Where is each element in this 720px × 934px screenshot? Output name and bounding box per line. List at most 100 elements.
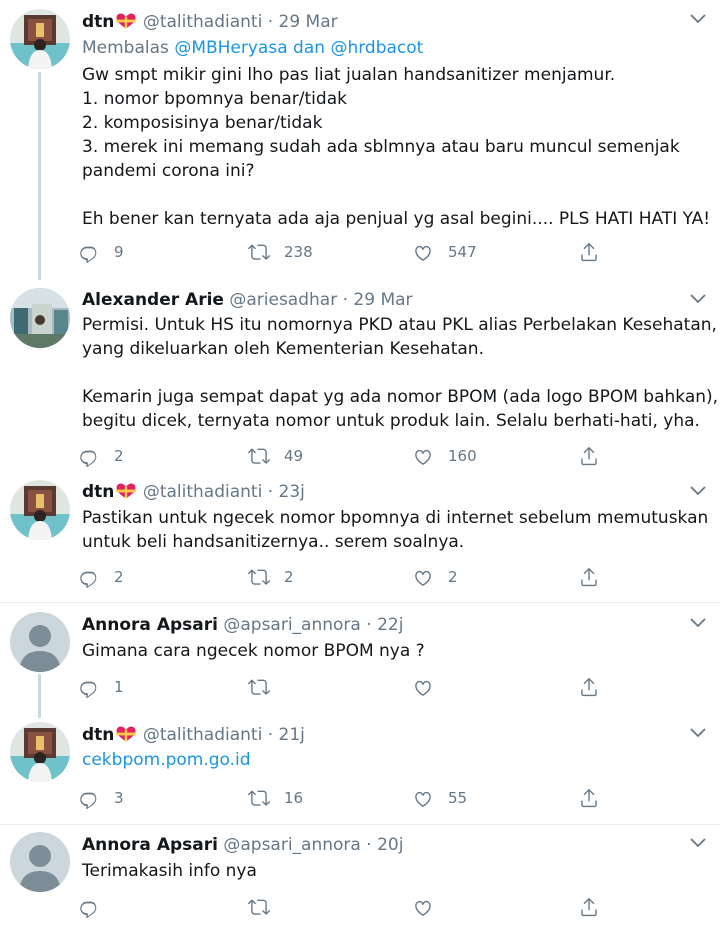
tweet-4[interactable]: Annora Apsari @apsari_annora · 22j Giman… xyxy=(0,602,720,718)
text-line: Pastikan untuk ngecek nomor bpomnya di i… xyxy=(82,508,709,528)
retweet-button[interactable]: 16 xyxy=(248,786,303,810)
like-button[interactable] xyxy=(412,895,448,919)
mention-link[interactable]: @hrdbacot xyxy=(330,38,423,58)
divider xyxy=(0,602,720,603)
text-line: 2. komposisinya benar/tidak xyxy=(82,113,323,133)
avatar[interactable] xyxy=(10,480,70,540)
avatar[interactable] xyxy=(10,722,70,782)
share-button[interactable] xyxy=(578,565,600,589)
share-icon xyxy=(578,241,600,263)
tweet-link[interactable]: cekbpom.pom.go.id xyxy=(82,748,692,772)
tweet-header: Annora Apsari @apsari_annora · 20j xyxy=(82,832,403,858)
like-button[interactable]: 55 xyxy=(412,786,467,810)
display-name[interactable]: Annora Apsari xyxy=(82,835,218,855)
reply-icon xyxy=(78,241,100,263)
tweet-text: Gimana cara ngecek nomor BPOM nya ? xyxy=(82,639,692,663)
retweet-icon xyxy=(248,566,270,588)
user-handle[interactable]: @apsari_annora xyxy=(223,835,360,855)
reply-button[interactable]: 3 xyxy=(78,786,124,810)
retweet-button[interactable] xyxy=(248,895,284,919)
share-button[interactable] xyxy=(578,786,600,810)
avatar[interactable] xyxy=(10,832,70,892)
tweet-1[interactable]: dtn @talithadianti · 29 Mar Membalas @MB… xyxy=(0,0,720,280)
reply-button[interactable]: 2 xyxy=(78,565,124,589)
thread-line xyxy=(38,72,41,280)
tweet-actions: 9 238 547 xyxy=(78,240,618,264)
reply-button[interactable]: 9 xyxy=(78,240,124,264)
tweet-actions: 3 16 55 xyxy=(78,786,618,810)
display-name[interactable]: Annora Apsari xyxy=(82,615,218,635)
text-line: Terimakasih info nya xyxy=(82,861,257,881)
tweet-header: dtn @talithadianti · 29 Mar xyxy=(82,9,338,35)
retweet-button[interactable] xyxy=(248,675,284,699)
chevron-down-icon[interactable] xyxy=(690,618,706,628)
tweet-header: Alexander Arie @ariesadhar · 29 Mar xyxy=(82,287,413,313)
like-button[interactable] xyxy=(412,675,448,699)
share-button[interactable] xyxy=(578,895,600,919)
user-handle[interactable]: @apsari_annora xyxy=(223,615,360,635)
retweet-button[interactable]: 49 xyxy=(248,444,303,468)
mention-link[interactable]: @MBHeryasa xyxy=(174,38,287,58)
like-button[interactable]: 547 xyxy=(412,240,477,264)
retweet-button[interactable]: 2 xyxy=(248,565,294,589)
chevron-down-icon[interactable] xyxy=(690,486,706,496)
display-name[interactable]: dtn xyxy=(82,482,114,502)
timestamp[interactable]: 29 Mar xyxy=(353,290,412,310)
timestamp[interactable]: 29 Mar xyxy=(279,12,338,32)
tweet-5[interactable]: dtn @talithadianti · 21j cekbpom.pom.go.… xyxy=(0,712,720,824)
heart-icon xyxy=(412,566,434,588)
text-line: Gw smpt mikir gini lho pas liat jualan h… xyxy=(82,65,616,85)
mention-and[interactable]: dan xyxy=(293,38,325,58)
chevron-down-icon[interactable] xyxy=(690,294,706,304)
retweet-count: 238 xyxy=(284,243,313,261)
retweet-button[interactable]: 238 xyxy=(248,240,313,264)
avatar[interactable] xyxy=(10,9,70,69)
avatar[interactable] xyxy=(10,288,70,348)
timestamp[interactable]: 20j xyxy=(377,835,403,855)
share-button[interactable] xyxy=(578,444,600,468)
like-count: 547 xyxy=(448,243,477,261)
tweet-2[interactable]: Alexander Arie @ariesadhar · 29 Mar Perm… xyxy=(0,280,720,476)
reply-button[interactable]: 2 xyxy=(78,444,124,468)
tweet-text: Terimakasih info nya xyxy=(82,859,692,883)
reply-icon xyxy=(78,787,100,809)
avatar[interactable] xyxy=(10,612,70,672)
tweet-6[interactable]: Annora Apsari @apsari_annora · 20j Terim… xyxy=(0,824,720,934)
reply-icon xyxy=(78,566,100,588)
tweet-3[interactable]: dtn @talithadianti · 23j Pastikan untuk … xyxy=(0,476,720,602)
user-handle[interactable]: @talithadianti xyxy=(143,725,262,745)
display-name[interactable]: Alexander Arie xyxy=(82,290,224,310)
text-line: Permisi. Untuk HS itu nomornya PKD atau … xyxy=(82,315,717,335)
divider xyxy=(0,824,720,825)
tweet-actions: 1 xyxy=(78,675,618,699)
text-line: Gimana cara ngecek nomor BPOM nya ? xyxy=(82,641,425,661)
display-name[interactable]: dtn xyxy=(82,725,114,745)
separator-dot: · xyxy=(267,12,274,32)
text-line: yang dikeluarkan oleh Kementerian Keseha… xyxy=(82,339,484,359)
heart-icon xyxy=(412,896,434,918)
user-handle[interactable]: @talithadianti xyxy=(143,12,262,32)
share-button[interactable] xyxy=(578,675,600,699)
retweet-icon xyxy=(248,241,270,263)
reply-button[interactable] xyxy=(78,895,114,919)
tweet-text: Gw smpt mikir gini lho pas liat jualan h… xyxy=(82,63,710,231)
reply-count: 1 xyxy=(114,678,124,696)
chevron-down-icon[interactable] xyxy=(690,838,706,848)
timestamp[interactable]: 21j xyxy=(279,725,305,745)
chevron-down-icon[interactable] xyxy=(690,728,706,738)
share-button[interactable] xyxy=(578,240,600,264)
heart-icon xyxy=(412,445,434,467)
display-name[interactable]: dtn xyxy=(82,12,114,32)
reply-icon xyxy=(78,896,100,918)
user-handle[interactable]: @ariesadhar xyxy=(229,290,337,310)
chevron-down-icon[interactable] xyxy=(690,14,706,24)
user-handle[interactable]: @talithadianti xyxy=(143,482,262,502)
reply-button[interactable]: 1 xyxy=(78,675,124,699)
separator-dot: · xyxy=(267,725,274,745)
like-button[interactable]: 160 xyxy=(412,444,477,468)
text-line xyxy=(82,361,692,385)
share-icon xyxy=(578,896,600,918)
timestamp[interactable]: 23j xyxy=(279,482,305,502)
like-button[interactable]: 2 xyxy=(412,565,458,589)
timestamp[interactable]: 22j xyxy=(377,615,403,635)
